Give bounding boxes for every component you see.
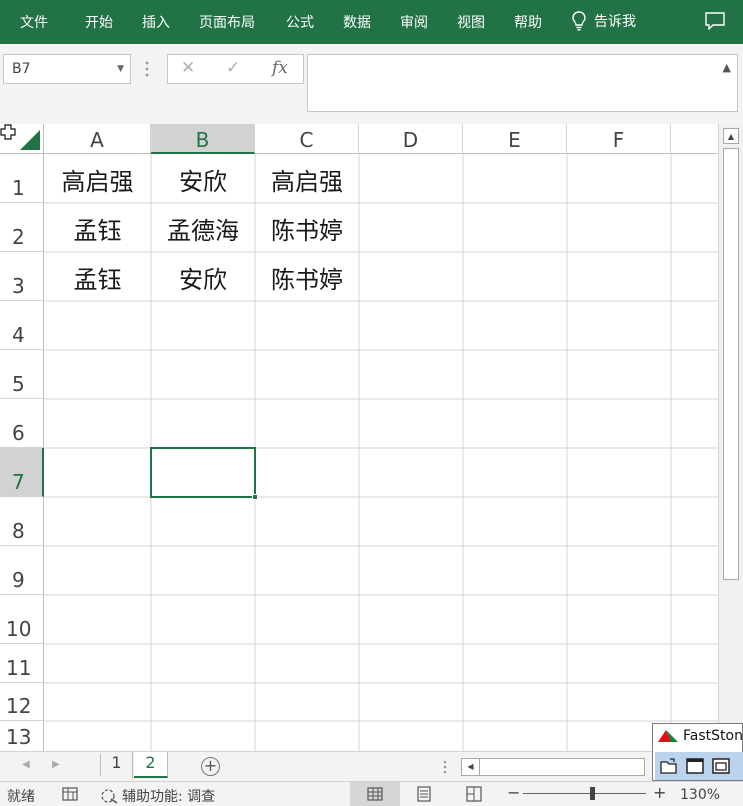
cell-c2[interactable]: 陈书婷 (255, 211, 359, 246)
row-header-12[interactable]: 12 (0, 683, 44, 721)
row-header-11[interactable]: 11 (0, 644, 44, 683)
row-header-9[interactable]: 9 (0, 546, 44, 595)
faststone-toolbar (655, 752, 743, 780)
cancel-icon[interactable]: ✕ (181, 58, 195, 78)
comment-icon[interactable] (705, 12, 725, 30)
ribbon-tab-bar: 文件 开始 插入 页面布局 公式 数据 审阅 视图 帮助 告诉我 (0, 0, 743, 44)
scroll-up-icon[interactable]: ▲ (723, 128, 739, 144)
zoom-slider[interactable] (523, 793, 646, 794)
cell-c1[interactable]: 高启强 (255, 162, 359, 197)
accessibility-label: 辅助功能: 调查 (122, 789, 216, 805)
row-header-5[interactable]: 5 (0, 350, 44, 399)
row-header-4[interactable]: 4 (0, 301, 44, 350)
enter-icon[interactable]: ✓ (226, 58, 240, 78)
tab-data[interactable]: 数据 (343, 12, 371, 32)
column-header-f[interactable]: F (567, 124, 671, 154)
row-header-13[interactable]: 13 (0, 721, 44, 751)
column-header-b[interactable]: B (151, 124, 255, 154)
faststone-capture-window[interactable]: FastSton (652, 723, 743, 781)
capture-window-icon[interactable] (685, 756, 705, 776)
tab-page-layout[interactable]: 页面布局 (199, 12, 255, 32)
cell-a2[interactable]: 孟钰 (44, 211, 151, 246)
formula-buttons: ✕ ✓ fx (167, 54, 304, 84)
horizontal-scrollbar[interactable]: ◀ (461, 758, 645, 776)
chevron-down-icon[interactable]: ▼ (117, 64, 124, 74)
cell-b2[interactable]: 孟德海 (151, 211, 255, 246)
capture-object-icon[interactable] (711, 756, 731, 776)
tab-view[interactable]: 视图 (457, 12, 485, 32)
lightbulb-icon (572, 11, 586, 31)
zoom-level[interactable]: 130% (680, 787, 720, 803)
normal-view-button[interactable] (350, 782, 400, 806)
tab-review[interactable]: 审阅 (400, 12, 428, 32)
accessibility-check-button[interactable]: 辅助功能: 调查 (100, 786, 215, 806)
tab-home[interactable]: 开始 (85, 12, 113, 32)
sheet-prev-icon[interactable]: ◀ (22, 759, 30, 770)
column-header-d[interactable]: D (359, 124, 463, 154)
tab-help[interactable]: 帮助 (514, 12, 542, 32)
tab-formulas[interactable]: 公式 (286, 12, 314, 32)
tell-me-label: 告诉我 (594, 14, 636, 30)
column-header-g[interactable] (671, 124, 718, 154)
drag-handle-icon[interactable] (443, 760, 447, 774)
name-box-value: B7 (12, 61, 31, 77)
drag-handle-icon[interactable] (145, 61, 149, 77)
cell-b1[interactable]: 安欣 (151, 162, 255, 197)
column-header-c[interactable]: C (255, 124, 359, 154)
zoom-in-button[interactable]: + (653, 783, 666, 802)
name-box[interactable]: B7 ▼ (3, 54, 131, 84)
collapse-formula-bar-icon[interactable]: ▲ (723, 61, 731, 74)
row-header-1[interactable]: 1 (0, 154, 44, 203)
active-cell-selection[interactable] (150, 447, 256, 498)
cell-cursor-icon (0, 124, 16, 140)
cell-b3[interactable]: 安欣 (151, 260, 255, 295)
faststone-title: FastSton (657, 728, 743, 744)
row-header-3[interactable]: 3 (0, 252, 44, 301)
status-ready: 就绪 (7, 789, 35, 805)
page-break-view-icon[interactable] (466, 786, 482, 802)
cell-a1[interactable]: 高启强 (44, 162, 151, 197)
row-header-10[interactable]: 10 (0, 595, 44, 644)
sheet-next-icon[interactable]: ▶ (52, 759, 60, 770)
tab-file[interactable]: 文件 (20, 12, 48, 32)
insert-function-button[interactable]: fx (272, 58, 288, 78)
tab-insert[interactable]: 插入 (142, 12, 170, 32)
sheet-tab-2[interactable]: 2 (134, 752, 168, 778)
add-sheet-button[interactable]: + (201, 757, 220, 776)
grid-view-icon (367, 787, 383, 801)
row-header-8[interactable]: 8 (0, 497, 44, 546)
zoom-out-button[interactable]: − (507, 783, 520, 802)
status-bar: 就绪 辅助功能: 调查 − + 130% (0, 781, 743, 806)
formula-bar-area: B7 ▼ ✕ ✓ fx ▲ (0, 44, 743, 124)
macro-record-icon[interactable] (62, 787, 78, 801)
cell-a3[interactable]: 孟钰 (44, 260, 151, 295)
spreadsheet-grid[interactable]: A B C D E F 1 2 3 4 5 6 7 8 9 10 11 12 1… (0, 124, 718, 751)
row-header-7[interactable]: 7 (0, 448, 44, 497)
vertical-scrollbar[interactable]: ▲ (718, 124, 743, 751)
vertical-scroll-thumb[interactable] (723, 148, 739, 580)
row-header-2[interactable]: 2 (0, 203, 44, 252)
column-header-a[interactable]: A (44, 124, 151, 154)
sheet-tab-1[interactable]: 1 (101, 752, 133, 778)
page-layout-view-icon[interactable] (416, 786, 432, 802)
scroll-left-icon[interactable]: ◀ (462, 759, 480, 775)
formula-input[interactable]: ▲ (307, 54, 738, 112)
cell-c3[interactable]: 陈书婷 (255, 260, 359, 295)
tell-me-button[interactable]: 告诉我 (572, 11, 636, 31)
fill-handle[interactable] (252, 494, 258, 500)
sheet-tab-bar: ◀ ▶ 1 2 + ◀ (0, 751, 743, 781)
faststone-logo-icon (658, 730, 678, 742)
column-header-e[interactable]: E (463, 124, 567, 154)
row-header-6[interactable]: 6 (0, 399, 44, 448)
open-folder-icon[interactable] (659, 756, 679, 776)
accessibility-icon (101, 789, 118, 804)
faststone-title-text: FastSton (683, 728, 743, 744)
zoom-slider-thumb[interactable] (590, 787, 595, 800)
